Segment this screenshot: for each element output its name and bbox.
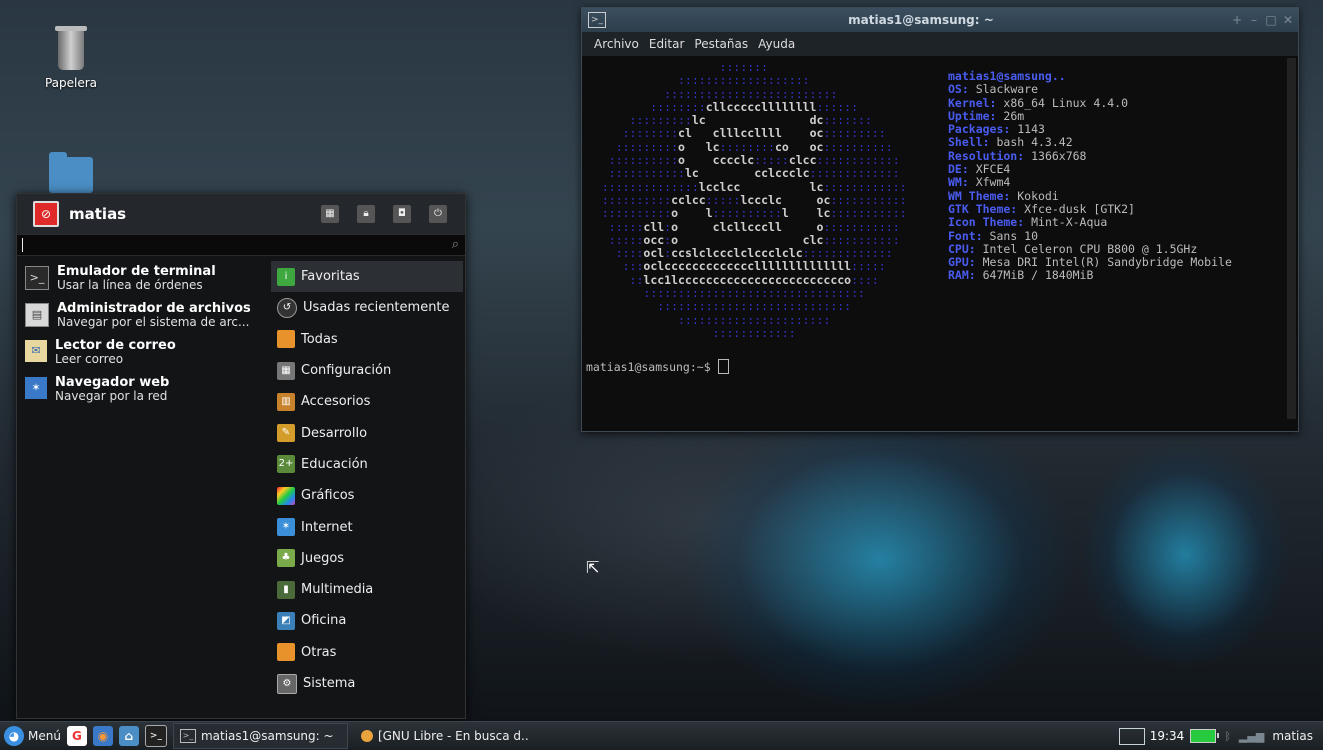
taskbar-username[interactable]: matias	[1272, 729, 1313, 743]
avatar: ⊘	[33, 201, 59, 227]
all-icon	[277, 330, 295, 349]
taskbar: ◕ Menú G ◉ ⌂ >_ >_ matias1@samsung: ~ [G…	[0, 721, 1323, 750]
favorites-icon: i	[277, 267, 295, 286]
category-otras[interactable]: Otras	[271, 637, 463, 668]
workspace-switcher[interactable]	[1118, 727, 1145, 745]
category-favoritas[interactable]: i Favoritas	[271, 261, 463, 293]
lock-screen-icon[interactable]: 🔒︎	[357, 205, 375, 223]
menu-header: ⊘ matias ▦ 🔒︎ ◘ ⏻	[17, 194, 465, 234]
chromium-icon	[360, 730, 373, 742]
category-recent[interactable]: ↺ Usadas recientemente	[271, 292, 463, 323]
taskbar-menu-button[interactable]: ◕ Menú	[4, 726, 61, 746]
category-graficos[interactable]: Gráficos	[271, 480, 463, 511]
browser-icon: ✶	[25, 377, 47, 399]
slackware-ascii-logo: ::::::: ::::::::::::::::::: ::::::::::::…	[601, 60, 907, 340]
task-terminal[interactable]: >_ matias1@samsung: ~	[172, 723, 348, 749]
switch-user-icon[interactable]: ◘	[393, 205, 411, 223]
accessories-icon: ▥	[277, 392, 295, 411]
clock[interactable]: 19:34	[1150, 729, 1185, 743]
terminal-icon: >_	[25, 266, 49, 290]
terminal-icon: >_	[588, 12, 606, 28]
category-configuracion[interactable]: ▦ Configuración	[271, 355, 463, 386]
menu-search-input[interactable]: ⌕	[17, 234, 465, 256]
menu-archivo[interactable]: Archivo	[594, 37, 639, 51]
settings-manager-icon[interactable]: ▦	[321, 205, 339, 223]
bluetooth-icon[interactable]: ᛒ	[1224, 730, 1231, 743]
app-file-manager[interactable]: ▤ Administrador de archivos Navegar por e…	[17, 299, 265, 336]
trash-icon	[55, 26, 87, 70]
app-terminal[interactable]: >_ Emulador de terminal Usar la línea de …	[17, 262, 265, 299]
games-icon: ♣	[277, 549, 295, 568]
category-juegos[interactable]: ♣ Juegos	[271, 543, 463, 574]
category-multimedia[interactable]: ▮ Multimedia	[271, 574, 463, 605]
home-folder-icon	[49, 152, 93, 193]
category-desarrollo[interactable]: ✎ Desarrollo	[271, 417, 463, 448]
office-icon: ◩	[277, 611, 295, 630]
info-title: matias1@samsung..	[948, 69, 1066, 83]
desktop-trash-label: Papelera	[44, 76, 98, 90]
menu-username: matias	[69, 205, 127, 223]
terminal-titlebar[interactable]: >_ matias1@samsung: ~ + – □ ✕	[582, 8, 1298, 32]
minimize-icon[interactable]: –	[1247, 13, 1261, 27]
recent-icon: ↺	[277, 297, 297, 318]
terminal-output[interactable]: ::::::: ::::::::::::::::::: ::::::::::::…	[582, 56, 1298, 421]
app-web-browser[interactable]: ✶ Navegador web Navegar por la red	[17, 373, 265, 410]
maximize-icon[interactable]: □	[1264, 13, 1278, 27]
terminal-launcher-icon[interactable]: >_	[144, 725, 167, 747]
category-accesorios[interactable]: ▥ Accesorios	[271, 386, 463, 417]
battery-icon[interactable]	[1190, 729, 1220, 743]
favorite-apps: >_ Emulador de terminal Usar la línea de …	[17, 262, 265, 410]
google-launcher-icon[interactable]: G	[66, 726, 87, 746]
logout-icon[interactable]: ⏻	[429, 205, 447, 223]
menu-categories: i Favoritas ↺ Usadas recientemente Todas ▦…	[271, 261, 463, 699]
system-info: matias1@samsung.. OS: Slackware Kernel: …	[948, 69, 1232, 283]
home-folder-launcher-icon[interactable]: ⌂	[118, 726, 139, 746]
close-icon[interactable]: ✕	[1281, 13, 1295, 27]
menu-pestanas[interactable]: Pestañas	[694, 37, 748, 51]
application-menu: ⊘ matias ▦ 🔒︎ ◘ ⏻ ⌕ >_ Emulador de termi…	[16, 193, 466, 719]
multimedia-icon: ▮	[277, 580, 295, 599]
terminal-scrollbar[interactable]	[1287, 58, 1296, 419]
category-todas[interactable]: Todas	[271, 324, 463, 355]
pin-icon[interactable]: +	[1230, 13, 1244, 27]
file-manager-icon: ▤	[25, 303, 49, 327]
development-icon: ✎	[277, 424, 295, 443]
terminal-title: matias1@samsung: ~	[848, 13, 994, 27]
search-icon: ⌕	[451, 237, 459, 252]
other-icon	[277, 643, 295, 662]
system-icon: ⚙	[277, 673, 297, 694]
settings-icon: ▦	[277, 361, 295, 380]
category-internet[interactable]: ✶ Internet	[271, 511, 463, 542]
app-mail-reader[interactable]: ✉ Lector de correo Leer correo	[17, 336, 265, 373]
category-sistema[interactable]: ⚙ Sistema	[271, 668, 463, 699]
text-caret	[22, 238, 23, 252]
xfce-mouse-icon: ◕	[4, 726, 24, 746]
terminal-menubar: Archivo Editar Pestañas Ayuda	[582, 32, 1298, 56]
category-oficina[interactable]: ◩ Oficina	[271, 605, 463, 636]
mouse-pointer-icon: ⇱	[586, 558, 600, 577]
system-tray: 19:34 ᛒ ▂▄▆ matias	[1118, 722, 1323, 750]
desktop-trash[interactable]: Papelera	[36, 26, 106, 90]
education-icon: 2+	[277, 455, 295, 474]
graphics-icon	[277, 486, 295, 505]
internet-icon: ✶	[277, 518, 295, 537]
shell-prompt[interactable]: matias1@samsung:~$	[586, 359, 729, 374]
terminal-window[interactable]: >_ matias1@samsung: ~ + – □ ✕ Archivo Ed…	[581, 7, 1299, 432]
signal-icon[interactable]: ▂▄▆	[1239, 730, 1264, 743]
firefox-launcher-icon[interactable]: ◉	[92, 726, 113, 746]
menu-ayuda[interactable]: Ayuda	[758, 37, 795, 51]
category-educacion[interactable]: 2+ Educación	[271, 449, 463, 480]
terminal-icon: >_	[179, 729, 196, 743]
cursor	[717, 359, 729, 374]
mail-icon: ✉	[25, 340, 47, 362]
menu-editar[interactable]: Editar	[649, 37, 685, 51]
task-browser[interactable]: [GNU Libre - En busca d...	[354, 723, 529, 749]
desktop-home[interactable]	[36, 152, 106, 193]
